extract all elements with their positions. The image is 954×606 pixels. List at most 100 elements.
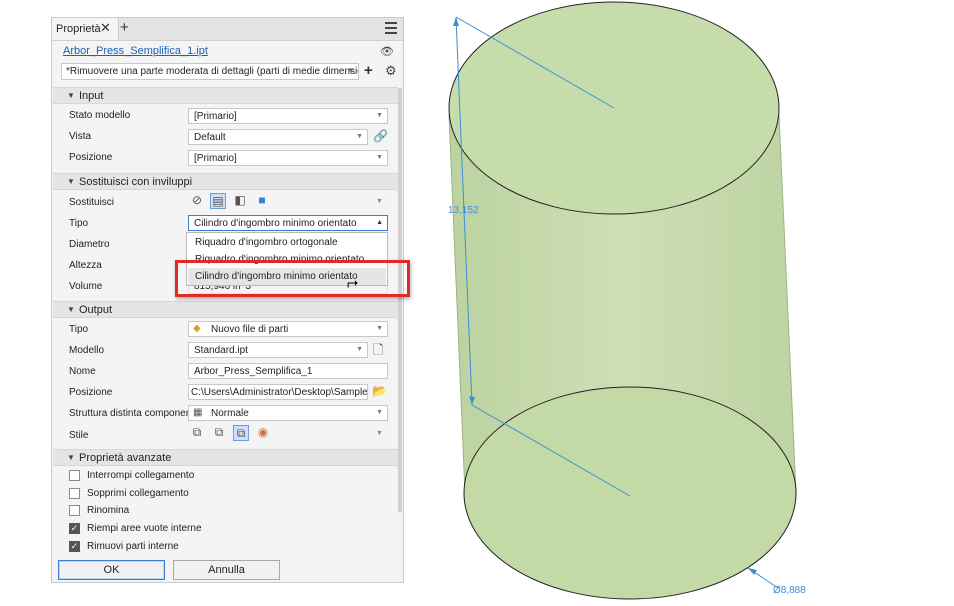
nome-label: Nome — [69, 366, 96, 377]
checkbox-rinomina[interactable] — [69, 505, 80, 516]
checkbox-interrompi-label: Interrompi collegamento — [87, 470, 195, 481]
tab-properties-label: Proprietà — [56, 23, 101, 35]
tipo-output-value: Nuovo file di parti — [211, 324, 289, 335]
vista-label: Vista — [69, 131, 92, 142]
style-multi-body-icon[interactable]: ⧉ — [211, 425, 227, 441]
chevron-down-icon[interactable]: ▼ — [376, 430, 383, 437]
chevron-down-icon: ▼ — [376, 112, 383, 119]
collapse-icon: ▼ — [67, 305, 75, 314]
checkbox-rimuovi[interactable]: ✓ — [69, 541, 80, 552]
style-single-body-icon[interactable]: ⧉ — [189, 425, 205, 441]
checkbox-sopprimi[interactable] — [69, 488, 80, 499]
posizione-input-label: Posizione — [69, 152, 113, 163]
section-input-title: Input — [79, 90, 104, 102]
chevron-up-icon: ▲ — [376, 219, 383, 226]
vista-select[interactable]: Default ▼ — [188, 129, 368, 145]
vista-value: Default — [194, 132, 226, 143]
new-part-icon: ◆ — [193, 323, 201, 334]
collapse-icon: ▼ — [67, 177, 75, 186]
mouse-cursor-icon: ⮣ — [347, 274, 359, 290]
panel-tabbar: Proprietà ✕ + — [52, 18, 403, 41]
style-surface-icon[interactable]: ◉ — [255, 425, 271, 441]
struttura-value: Normale — [211, 408, 249, 419]
section-output[interactable]: ▼ Output — [53, 301, 398, 318]
cylinder-envelope[interactable] — [448, 1, 797, 600]
close-icon[interactable]: ✕ — [100, 20, 111, 36]
struttura-label: Struttura distinta componenti — [69, 408, 197, 419]
preset-select[interactable]: *Rimuovere una parte moderata di dettagl… — [61, 63, 359, 80]
collapse-icon: ▼ — [67, 91, 75, 100]
bom-icon: ▦ — [193, 407, 203, 418]
diameter-dimension-label[interactable]: Ø8,888 — [773, 585, 806, 596]
stile-label: Stile — [69, 430, 89, 441]
section-envelopes-title: Sostituisci con inviluppi — [79, 176, 193, 188]
modello-value: Standard.ipt — [194, 345, 248, 356]
tipo-envelope-value: Cilindro d'ingombro minimo orientato — [194, 218, 357, 229]
section-advanced[interactable]: ▼ Proprietà avanzate — [53, 449, 398, 466]
menu-icon[interactable] — [385, 22, 397, 37]
chevron-down-icon: ▼ — [376, 325, 383, 332]
none-icon[interactable]: ⊘ — [189, 193, 205, 209]
arrow-top — [453, 17, 459, 26]
gear-icon[interactable]: ⚙ — [385, 63, 397, 79]
tipo-output-select[interactable]: ◆ Nuovo file di parti ▼ — [188, 321, 388, 337]
checkbox-sopprimi-label: Sopprimi collegamento — [87, 488, 189, 499]
altezza-label: Altezza — [69, 260, 102, 271]
eye-icon[interactable]: 👁 — [380, 45, 394, 58]
checkbox-riempi-label: Riempi aree vuote interne — [87, 523, 202, 534]
diameter-arrow — [748, 568, 757, 575]
body-replace-icon[interactable]: ■ — [254, 193, 270, 209]
section-advanced-title: Proprietà avanzate — [79, 452, 172, 464]
add-tab-icon[interactable]: + — [120, 19, 129, 36]
ok-button[interactable]: OK — [58, 560, 165, 580]
struttura-select[interactable]: ▦ Normale ▼ — [188, 405, 388, 421]
dropdown-option-ortogonale[interactable]: Riquadro d'ingombro ortogonale — [195, 237, 338, 248]
properties-panel: Proprietà ✕ + Arbor_Press_Semplifica_1.i… — [51, 17, 404, 583]
posizione-input-value: [Primario] — [194, 153, 237, 164]
chevron-down-icon[interactable]: ▼ — [376, 198, 383, 205]
stato-modello-select[interactable]: [Primario] ▼ — [188, 108, 388, 124]
file-link[interactable]: Arbor_Press_Semplifica_1.ipt — [63, 45, 208, 57]
stato-modello-label: Stato modello — [69, 110, 131, 121]
nome-value: Arbor_Press_Semplifica_1 — [194, 366, 313, 377]
checkbox-riempi[interactable]: ✓ — [69, 523, 80, 534]
posizione-output-label: Posizione — [69, 387, 113, 398]
volume-label: Volume — [69, 281, 103, 292]
parts-replace-icon[interactable]: ◧ — [232, 193, 248, 209]
add-preset-button[interactable]: + — [364, 62, 373, 79]
chevron-down-icon: ▼ — [356, 346, 363, 353]
modello-select[interactable]: Standard.ipt ▼ — [188, 342, 368, 358]
cylinder-bottom-face — [463, 386, 797, 600]
nome-input[interactable]: Arbor_Press_Semplifica_1 — [188, 363, 388, 379]
height-dimension-label[interactable]: 13,152 — [448, 205, 479, 216]
chevron-down-icon: ▼ — [376, 409, 383, 416]
posizione-output-input[interactable]: C:\Users\Administrator\Desktop\SampleFil… — [188, 384, 368, 400]
chevron-down-icon: ▼ — [347, 66, 355, 75]
style-solid-icon[interactable]: ⧉ — [233, 425, 249, 441]
tab-properties[interactable]: Proprietà ✕ — [52, 18, 119, 40]
preset-value: *Rimuovere una parte moderata di dettagl… — [66, 66, 359, 77]
posizione-input-select[interactable]: [Primario] ▼ — [188, 150, 388, 166]
sostituisci-label: Sostituisci — [69, 197, 115, 208]
checkbox-rinomina-label: Rinomina — [87, 505, 130, 516]
cylinder-top-face — [448, 1, 780, 215]
assembly-replace-icon[interactable]: ▤ — [210, 193, 226, 209]
stato-modello-value: [Primario] — [194, 111, 237, 122]
modello-label: Modello — [69, 345, 105, 356]
highlight-box — [175, 260, 410, 297]
checkbox-rimuovi-label: Rimuovi parti interne — [87, 541, 179, 552]
posizione-output-value: C:\Users\Administrator\Desktop\SampleFil… — [191, 387, 368, 398]
document-icon[interactable]: 🗋 — [373, 341, 383, 363]
folder-icon[interactable]: 📂 — [372, 384, 387, 398]
section-envelopes[interactable]: ▼ Sostituisci con inviluppi — [53, 173, 398, 190]
checkbox-interrompi[interactable] — [69, 470, 80, 481]
tipo-envelope-select[interactable]: Cilindro d'ingombro minimo orientato ▲ — [188, 215, 388, 231]
cancel-button[interactable]: Annulla — [173, 560, 280, 580]
chevron-down-icon: ▼ — [376, 154, 383, 161]
collapse-icon: ▼ — [67, 453, 75, 462]
tipo-envelope-label: Tipo — [69, 218, 89, 229]
chevron-down-icon: ▼ — [356, 133, 363, 140]
link-icon[interactable]: 🔗 — [373, 129, 388, 143]
section-input[interactable]: ▼ Input — [53, 87, 398, 104]
panel-scrollbar[interactable] — [398, 88, 402, 512]
